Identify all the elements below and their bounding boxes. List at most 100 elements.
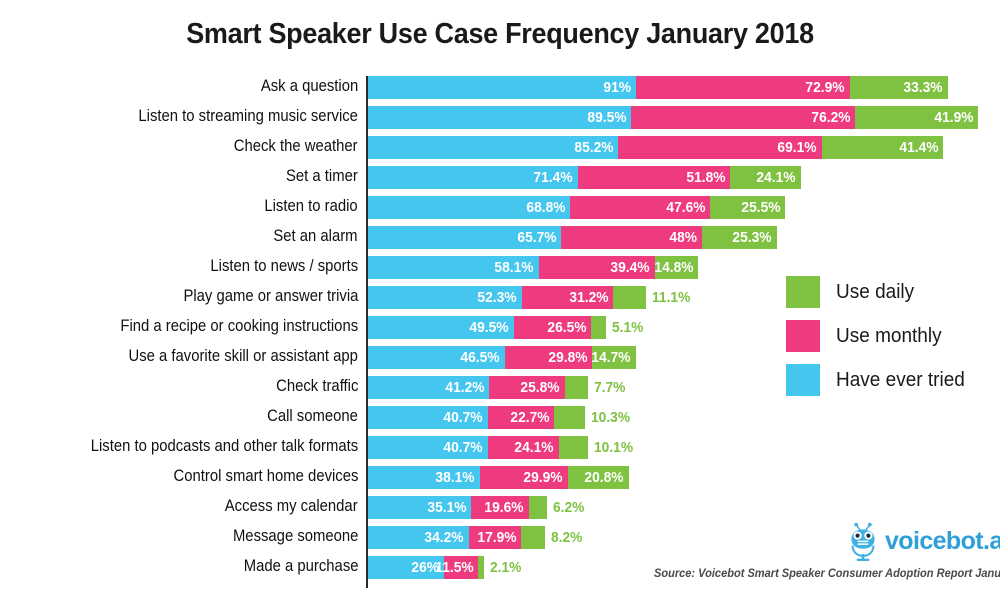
bar-value-label: 89.5% (586, 109, 627, 126)
category-label: Made a purchase (243, 557, 358, 575)
stacked-bar: 91% 72.9% 33.3% (368, 76, 948, 99)
bar-segment: 51.8% (577, 166, 731, 189)
category-label: Use a favorite skill or assistant app (128, 347, 358, 365)
bar-value-label: 29.8% (548, 349, 588, 366)
bar-value-label: 38.1% (435, 469, 475, 486)
bar-value-label: 41.9% (934, 109, 974, 126)
legend-item-use_daily[interactable]: Use daily (786, 270, 996, 314)
bar-segment: 31.2% (521, 286, 614, 309)
legend-swatch (786, 320, 820, 352)
bar-value-label: 14.8% (653, 259, 694, 276)
bar-value-label: 34.2% (424, 529, 464, 546)
bar-segment: 24.1% (730, 166, 802, 189)
bar-value-label: 19.6% (484, 499, 524, 516)
bar-segment: 2.1% (478, 556, 522, 579)
bar-segment: 41.9% (855, 106, 979, 129)
stacked-bar: 68.8% 47.6% 25.5% (368, 196, 786, 219)
bar-value-label: 46.5% (460, 349, 500, 366)
bar-row: Set an alarm 65.7% 48% 25.3% (0, 222, 1000, 252)
bar-value-label: 76.2% (810, 109, 851, 126)
voicebot-logo[interactable]: voicebot.ai™ (843, 519, 1000, 563)
bar-value-label: 33.3% (903, 79, 943, 96)
bar-value-label: 31.2% (569, 289, 609, 306)
bar-segment: 48% (561, 226, 703, 249)
bar-segment: 29.8% (504, 346, 593, 369)
bar-segment: 20.8% (567, 466, 630, 489)
bar-row: Set a timer 71.4% 51.8% 24.1% (0, 162, 1000, 192)
bar-value-label: 20.8% (584, 469, 625, 486)
bar-segment: 10.3% (554, 406, 630, 429)
bar-value-label: 71.4% (533, 169, 573, 186)
logo-word-main: voicebot (885, 526, 984, 555)
bar-value-label: 52.3% (477, 289, 517, 306)
bar-segment: 49.5% (368, 316, 514, 339)
bar-value-label: 85.2% (574, 139, 614, 156)
bar-segment: 29.9% (480, 466, 568, 489)
bar-segment: 46.5% (368, 346, 505, 369)
bar-value-label: 41.4% (899, 139, 939, 156)
bar-segment: 25.3% (702, 226, 777, 249)
category-label: Control smart home devices (173, 467, 358, 485)
page-title: Smart Speaker Use Case Frequency January… (186, 18, 814, 50)
bar-value-label: 26.5% (547, 319, 587, 336)
bar-segment: 39.4% (538, 256, 655, 279)
stacked-bar: 38.1% 29.9% 20.8% (368, 466, 630, 489)
bar-segment: 40.7% (368, 436, 488, 459)
bar-value-label: 35.1% (427, 499, 467, 516)
bar-value-label: 51.8% (686, 169, 726, 186)
category-label: Access my calendar (225, 497, 358, 515)
bar-segment: 26% (368, 556, 445, 579)
bar-value-label: 7.7% (593, 379, 626, 396)
bar-row: Control smart home devices 38.1% 29.9% 20.8… (0, 462, 1000, 492)
bar-segment: 85.2% (368, 136, 619, 159)
bar-segment: 7.7% (564, 376, 625, 399)
category-label: Set an alarm (273, 227, 358, 245)
legend-item-have_ever_tried[interactable]: Have ever tried (786, 358, 996, 402)
bar-value-label: 40.7% (443, 409, 483, 426)
bar-row: Check the weather 85.2% 69.1% 41.4% (0, 132, 1000, 162)
bar-value-label: 47.6% (666, 199, 706, 216)
source-note: Source: Voicebot Smart Speaker Consumer … (654, 568, 1000, 580)
stacked-bar: 46.5% 29.8% 14.7% (368, 346, 636, 369)
stacked-bar: 58.1% 39.4% 14.8% (368, 256, 699, 279)
bar-segment: 10.1% (558, 436, 633, 459)
bar-value-label: 2.1% (490, 559, 522, 576)
bar-value-label: 48% (669, 229, 698, 246)
bar-value-label: 40.7% (443, 439, 483, 456)
stacked-bar: 40.7% 22.7% 10.3% (368, 406, 630, 429)
legend-label: Have ever tried (836, 368, 965, 391)
bar-segment: 33.3% (849, 76, 948, 99)
category-label: Find a recipe or cooking instructions (120, 317, 358, 335)
bar-value-label: 24.1% (514, 439, 554, 456)
bar-segment: 91% (368, 76, 636, 99)
bar-value-label: 24.1% (756, 169, 797, 186)
bar-value-label: 8.2% (551, 529, 583, 546)
bar-value-label: 10.1% (594, 439, 634, 456)
bar-value-label: 41.2% (444, 379, 485, 396)
bar-segment: 19.6% (471, 496, 529, 519)
stacked-bar: 49.5% 26.5% 5.1% (368, 316, 644, 339)
stacked-bar: 35.1% 19.6% 6.2% (368, 496, 584, 519)
bar-row: Call someone 40.7% 22.7% 10.3% (0, 402, 1000, 432)
bar-segment: 65.7% (368, 226, 562, 249)
category-label: Check the weather (234, 137, 358, 155)
bar-segment: 11.5% (435, 556, 479, 579)
bar-value-label: 91% (602, 79, 631, 96)
bar-segment: 40.7% (368, 406, 488, 429)
category-label: Listen to streaming music service (138, 107, 358, 125)
bar-segment: 68.8% (368, 196, 571, 219)
legend-item-use_monthly[interactable]: Use monthly (786, 314, 996, 358)
bar-row: Ask a question 91% 72.9% 33.3% (0, 72, 1000, 102)
legend-label: Use daily (836, 280, 915, 303)
stacked-bar: 34.2% 17.9% 8.2% (368, 526, 583, 549)
bar-value-label: 65.7% (517, 229, 557, 246)
stacked-bar: 52.3% 31.2% 11.1% (368, 286, 690, 309)
bar-row: Listen to radio 68.8% 47.6% 25.5% (0, 192, 1000, 222)
legend-swatch (786, 364, 820, 396)
bar-segment: 72.9% (635, 76, 850, 99)
category-label: Call someone (267, 407, 358, 425)
category-label: Play game or answer trivia (183, 287, 358, 305)
bar-value-label: 6.2% (553, 499, 585, 516)
bar-segment: 17.9% (468, 526, 522, 549)
bar-segment: 69.1% (618, 136, 822, 159)
